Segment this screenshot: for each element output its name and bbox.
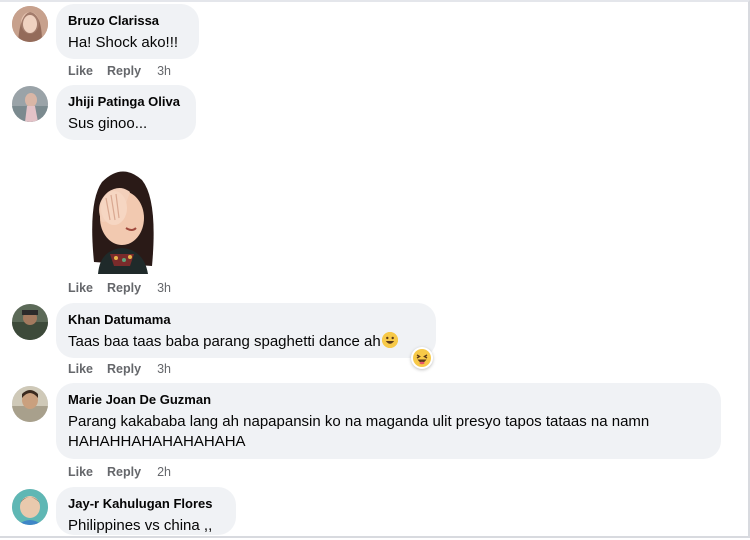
timestamp[interactable]: 3h [157,362,171,376]
comment-text-line-1: Parang kakababa lang ah napapansin ko na… [68,413,650,430]
like-button[interactable]: Like [68,281,93,295]
timestamp[interactable]: 3h [157,281,171,295]
commenter-name[interactable]: Bruzo Clarissa [68,12,187,29]
comment-text: Taas baa taas baba parang spaghetti danc… [68,332,424,352]
avatar-image [12,304,48,340]
avatar[interactable] [12,6,48,42]
like-button[interactable]: Like [68,64,93,78]
comment-actions: Like Reply 3h [68,281,171,295]
comment-actions: Like Reply 3h [68,64,171,78]
avatar[interactable] [12,304,48,340]
avatar-image [12,6,48,42]
reply-button[interactable]: Reply [107,281,141,295]
comment-text: Philippines vs china ,, [68,517,213,534]
comment-actions: Like Reply 2h [68,465,171,479]
like-button[interactable]: Like [68,465,93,479]
comment-bubble: Jhiji Patinga Oliva Sus ginoo... [56,85,196,140]
commenter-name[interactable]: Marie Joan De Guzman [68,391,709,408]
avatar-image [12,489,48,525]
avatar[interactable] [12,386,48,422]
comment-bubble: Bruzo Clarissa Ha! Shock ako!!! [56,4,199,59]
avatar[interactable] [12,489,48,525]
grinning-face-icon [381,332,398,348]
avatar-image [12,386,48,422]
timestamp[interactable]: 3h [157,64,171,78]
reply-button[interactable]: Reply [107,465,141,479]
comment-text: Ha! Shock ako!!! [68,34,179,51]
comment-bubble: Khan Datumama Taas baa taas baba parang … [56,303,436,358]
comment-text-line-2: HAHAHHAHAHAHAHAHA [68,433,246,450]
like-button[interactable]: Like [68,362,93,376]
commenter-name[interactable]: Jhiji Patinga Oliva [68,93,184,110]
avatar[interactable] [12,86,48,122]
timestamp[interactable]: 2h [157,465,171,479]
comment-bubble: Jay-r Kahulugan Flores Philippines vs ch… [56,487,236,535]
comment-bubble: Marie Joan De Guzman Parang kakababa lan… [56,383,721,459]
reply-button[interactable]: Reply [107,64,141,78]
laughing-reaction-icon[interactable] [411,347,433,369]
commenter-name[interactable]: Khan Datumama [68,311,424,328]
comment-text-body: Taas baa taas baba parang spaghetti danc… [68,333,381,350]
comment-actions: Like Reply 3h [68,362,171,376]
commenter-name[interactable]: Jay-r Kahulugan Flores [68,495,224,512]
avatar-image [12,86,48,122]
reply-button[interactable]: Reply [107,362,141,376]
facepalm-sticker [80,162,164,274]
comment-text: Sus ginoo... [68,115,148,132]
